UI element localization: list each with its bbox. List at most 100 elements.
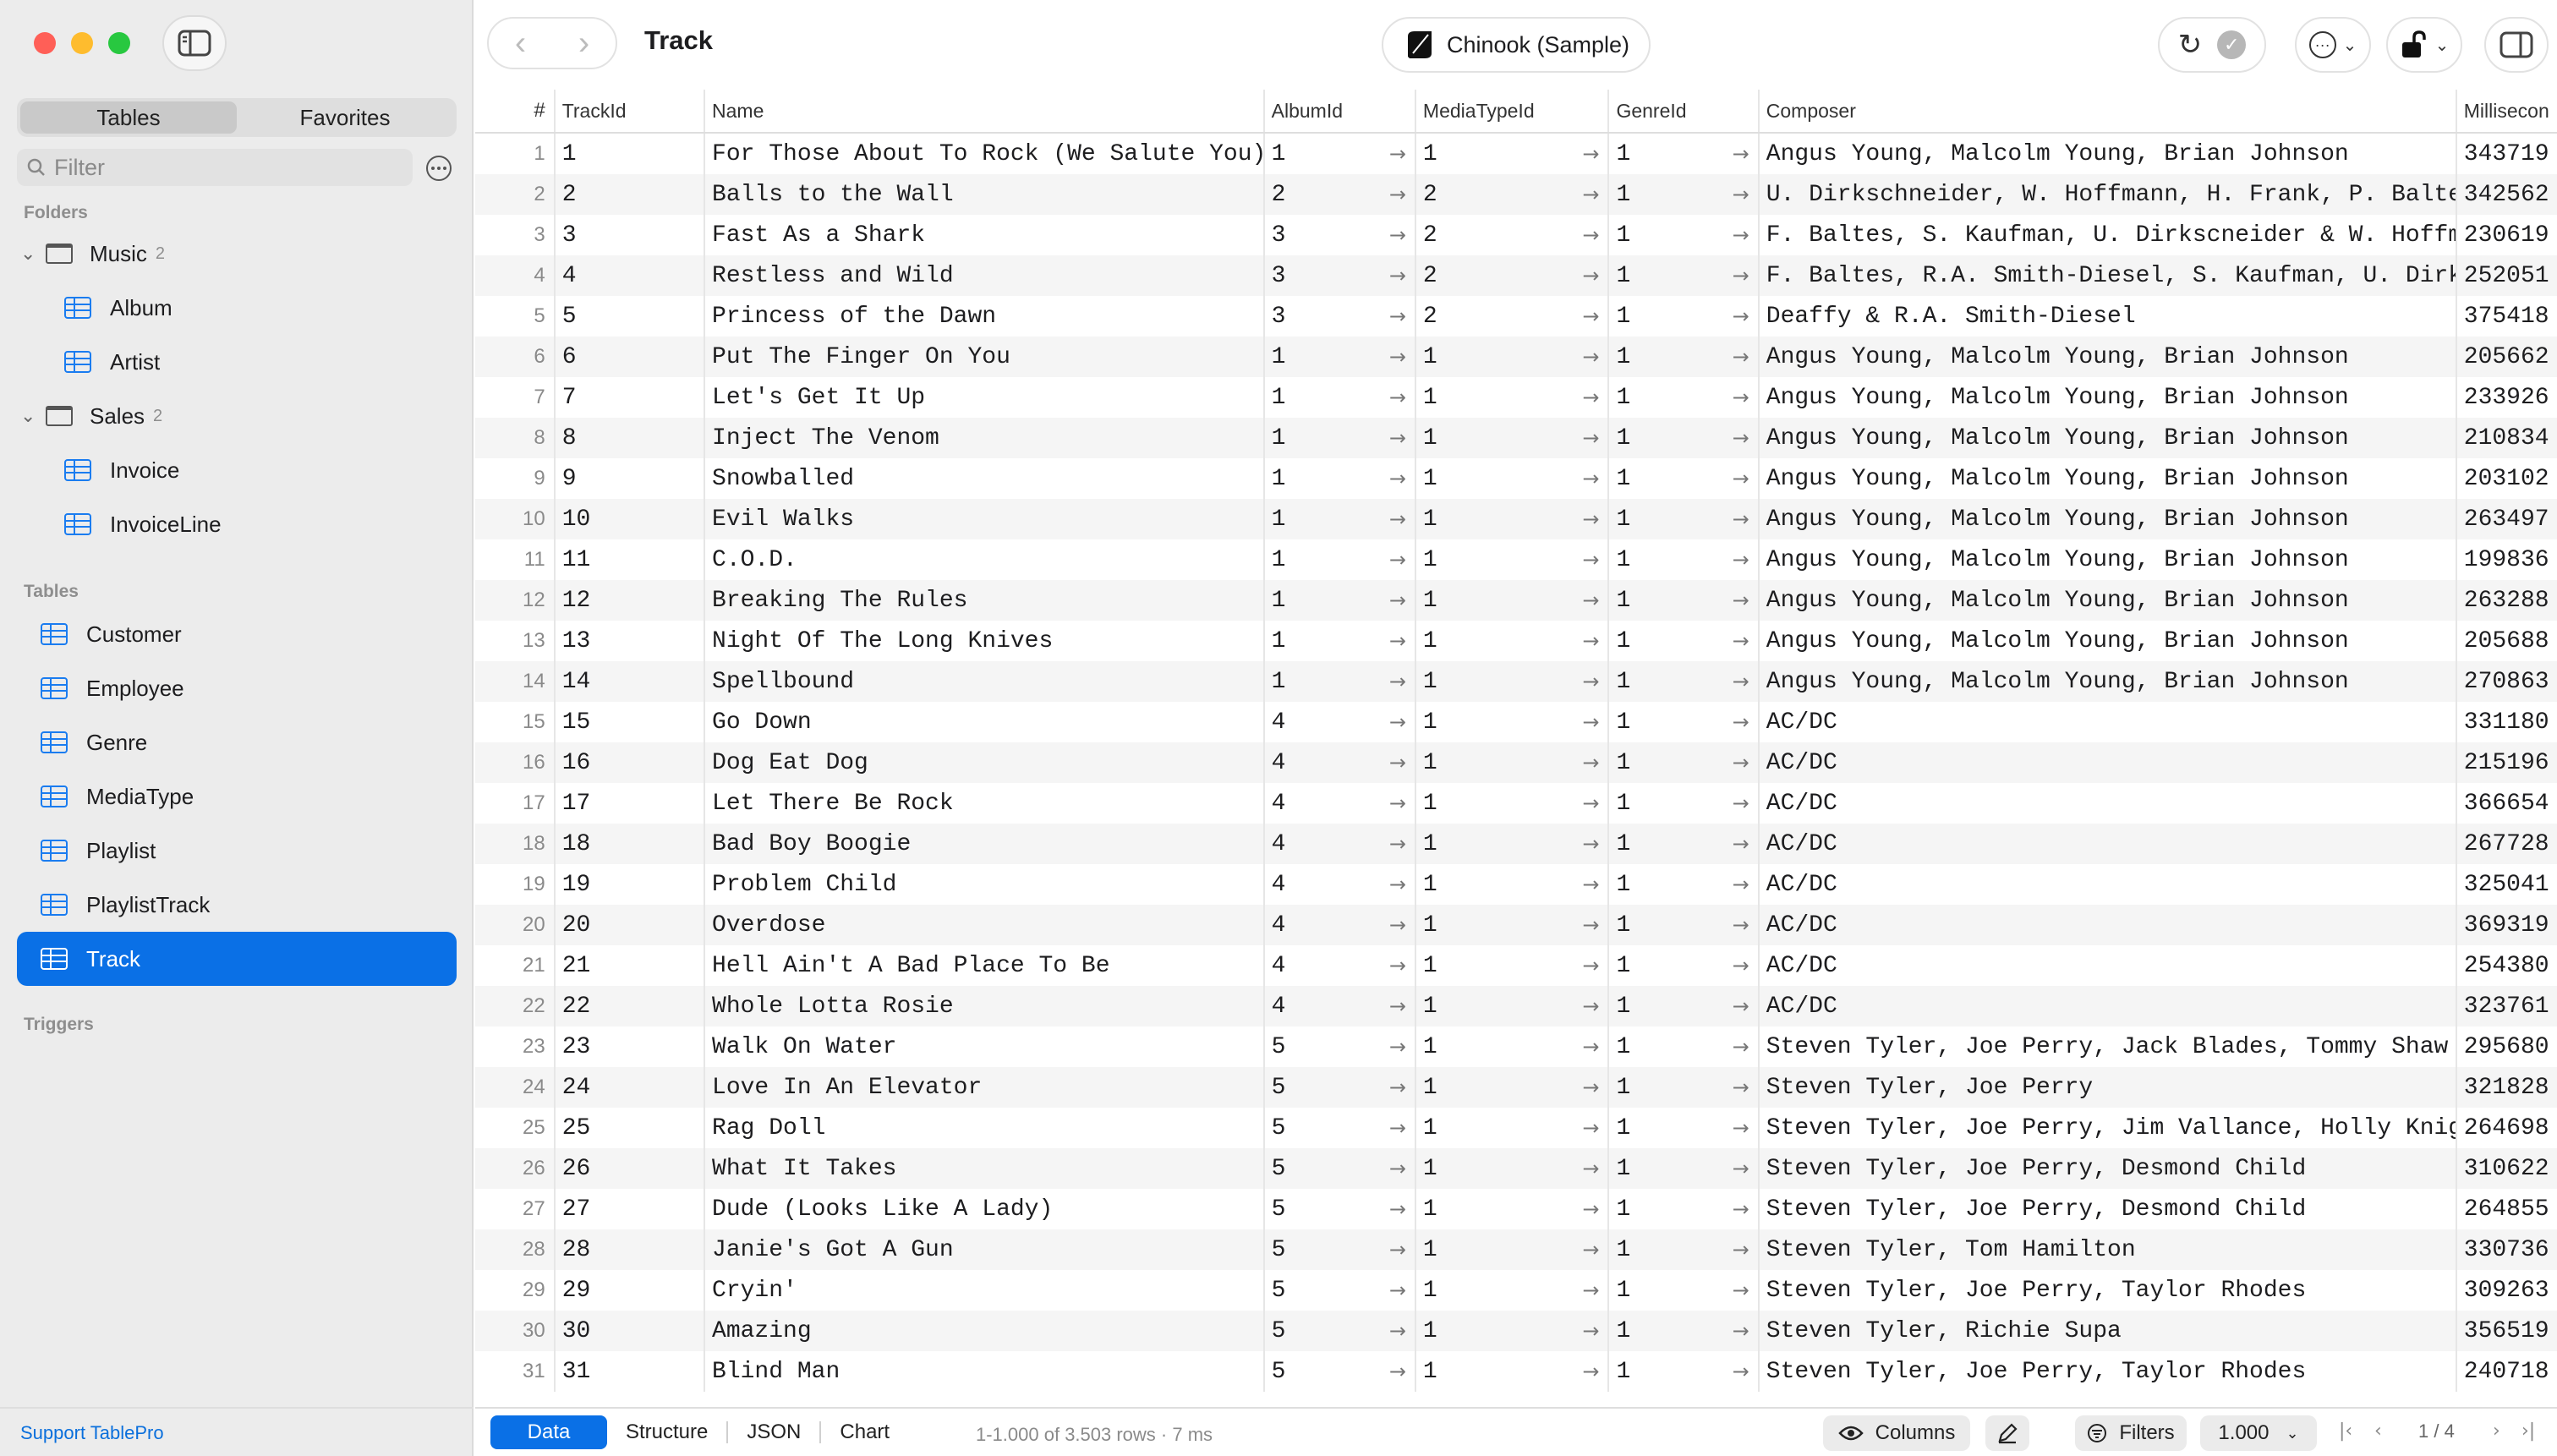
column-header-mediatypeid[interactable]: MediaTypeId	[1416, 90, 1610, 132]
foreign-key-arrow-icon[interactable]: →	[1733, 710, 1749, 734]
sidebar-toggle-button[interactable]	[162, 15, 227, 71]
cell-name[interactable]: Restless and Wild	[705, 255, 1265, 296]
cell-mediatypeid[interactable]: 1 →	[1416, 1311, 1610, 1351]
cell-trackid[interactable]: 21	[556, 945, 706, 986]
table-row[interactable]: 15 15 Go Down 4 → 1 → 1 → AC/DC 331180	[475, 702, 2557, 742]
cell-mediatypeid[interactable]: 2 →	[1416, 255, 1610, 296]
foreign-key-arrow-icon[interactable]: →	[1389, 1116, 1406, 1140]
cell-composer[interactable]: Angus Young, Malcolm Young, Brian Johnso…	[1760, 134, 2457, 174]
cell-name[interactable]: Love In An Elevator	[705, 1067, 1265, 1108]
foreign-key-arrow-icon[interactable]: →	[1582, 142, 1599, 166]
cell-trackid[interactable]: 27	[556, 1189, 706, 1229]
cell-composer[interactable]: AC/DC	[1760, 702, 2457, 742]
cell-mediatypeid[interactable]: 1 →	[1416, 499, 1610, 539]
cell-genreid[interactable]: 1 →	[1609, 215, 1760, 255]
foreign-key-arrow-icon[interactable]: →	[1389, 1035, 1406, 1059]
sidebar-item-invoice[interactable]: Invoice	[0, 443, 474, 497]
cell-composer[interactable]: Steven Tyler, Joe Perry	[1760, 1067, 2457, 1108]
cell-milliseconds[interactable]: 199836	[2457, 539, 2557, 580]
foreign-key-arrow-icon[interactable]: →	[1389, 1076, 1406, 1099]
table-row[interactable]: 31 31 Blind Man 5 → 1 → 1 → Steven Tyler, Joe Per…	[475, 1351, 2557, 1392]
table-row[interactable]: 19 19 Problem Child 4 → 1 → 1 → AC/DC 325041	[475, 864, 2557, 905]
cell-milliseconds[interactable]: 342562	[2457, 174, 2557, 215]
cell-trackid[interactable]: 15	[556, 702, 706, 742]
cell-name[interactable]: Problem Child	[705, 864, 1265, 905]
foreign-key-arrow-icon[interactable]: →	[1733, 1197, 1749, 1221]
cell-composer[interactable]: AC/DC	[1760, 824, 2457, 864]
foreign-key-arrow-icon[interactable]: →	[1733, 913, 1749, 937]
cell-albumid[interactable]: 3 →	[1265, 255, 1416, 296]
cell-trackid[interactable]: 28	[556, 1229, 706, 1270]
cell-genreid[interactable]: 1 →	[1609, 134, 1760, 174]
minimize-window-button[interactable]	[71, 32, 93, 54]
cell-trackid[interactable]: 17	[556, 783, 706, 824]
cell-milliseconds[interactable]: 295680	[2457, 1026, 2557, 1067]
cell-milliseconds[interactable]: 215196	[2457, 742, 2557, 783]
cell-albumid[interactable]: 3 →	[1265, 296, 1416, 337]
cell-genreid[interactable]: 1 →	[1609, 824, 1760, 864]
foreign-key-arrow-icon[interactable]: →	[1582, 670, 1599, 693]
cell-milliseconds[interactable]: 267728	[2457, 824, 2557, 864]
cell-name[interactable]: Bad Boy Boogie	[705, 824, 1265, 864]
cell-name[interactable]: Inject The Venom	[705, 418, 1265, 458]
foreign-key-arrow-icon[interactable]: →	[1582, 467, 1599, 490]
cell-trackid[interactable]: 13	[556, 621, 706, 661]
cell-milliseconds[interactable]: 310622	[2457, 1148, 2557, 1189]
cell-milliseconds[interactable]: 330736	[2457, 1229, 2557, 1270]
cell-genreid[interactable]: 1 →	[1609, 1067, 1760, 1108]
cell-albumid[interactable]: 3 →	[1265, 215, 1416, 255]
cell-albumid[interactable]: 1 →	[1265, 621, 1416, 661]
cell-name[interactable]: Let's Get It Up	[705, 377, 1265, 418]
foreign-key-arrow-icon[interactable]: →	[1582, 1035, 1599, 1059]
cell-trackid[interactable]: 8	[556, 418, 706, 458]
foreign-key-arrow-icon[interactable]: →	[1733, 994, 1749, 1018]
foreign-key-arrow-icon[interactable]: →	[1389, 183, 1406, 206]
tab-data[interactable]: Data	[490, 1415, 607, 1449]
cell-milliseconds[interactable]: 375418	[2457, 296, 2557, 337]
cell-milliseconds[interactable]: 309263	[2457, 1270, 2557, 1311]
page-size-select[interactable]: 1.000 ⌄	[2200, 1415, 2317, 1451]
checkmark-icon[interactable]: ✓	[2217, 30, 2247, 59]
cell-name[interactable]: Put The Finger On You	[705, 337, 1265, 377]
cell-composer[interactable]: Steven Tyler, Joe Perry, Taylor Rhodes	[1760, 1351, 2457, 1392]
tab-favorites[interactable]: Favorites	[237, 101, 453, 134]
cell-genreid[interactable]: 1 →	[1609, 783, 1760, 824]
cell-genreid[interactable]: 1 →	[1609, 580, 1760, 621]
cell-name[interactable]: Evil Walks	[705, 499, 1265, 539]
cell-trackid[interactable]: 9	[556, 458, 706, 499]
cell-albumid[interactable]: 4 →	[1265, 945, 1416, 986]
foreign-key-arrow-icon[interactable]: →	[1582, 223, 1599, 247]
lock-menu-button[interactable]: ⌄	[2386, 17, 2462, 73]
table-row[interactable]: 4 4 Restless and Wild 3 → 2 → 1 → F. Baltes, R.A.…	[475, 255, 2557, 296]
cell-mediatypeid[interactable]: 1 →	[1416, 1067, 1610, 1108]
foreign-key-arrow-icon[interactable]: →	[1389, 142, 1406, 166]
cell-milliseconds[interactable]: 264855	[2457, 1189, 2557, 1229]
cell-name[interactable]: Let There Be Rock	[705, 783, 1265, 824]
cell-albumid[interactable]: 5 →	[1265, 1351, 1416, 1392]
folder-sales[interactable]: ⌄ Sales 2	[0, 389, 474, 443]
cell-genreid[interactable]: 1 →	[1609, 1108, 1760, 1148]
sidebar-item-album[interactable]: Album	[0, 281, 474, 335]
cell-trackid[interactable]: 5	[556, 296, 706, 337]
cell-mediatypeid[interactable]: 1 →	[1416, 783, 1610, 824]
cell-composer[interactable]: AC/DC	[1760, 905, 2457, 945]
prev-page-icon[interactable]: ‹	[2374, 1420, 2382, 1442]
foreign-key-arrow-icon[interactable]: →	[1582, 629, 1599, 653]
cell-name[interactable]: Blind Man	[705, 1351, 1265, 1392]
cell-albumid[interactable]: 5 →	[1265, 1270, 1416, 1311]
column-header-composer[interactable]: Composer	[1760, 90, 2457, 132]
sidebar-item-track[interactable]: Track	[17, 932, 457, 986]
cell-name[interactable]: Whole Lotta Rosie	[705, 986, 1265, 1026]
foreign-key-arrow-icon[interactable]: →	[1582, 1157, 1599, 1180]
cell-mediatypeid[interactable]: 1 →	[1416, 418, 1610, 458]
column-header-trackid[interactable]: TrackId	[556, 90, 706, 132]
foreign-key-arrow-icon[interactable]: →	[1582, 426, 1599, 450]
cell-mediatypeid[interactable]: 1 →	[1416, 1108, 1610, 1148]
cell-composer[interactable]: Deaffy & R.A. Smith-Diesel	[1760, 296, 2457, 337]
foreign-key-arrow-icon[interactable]: →	[1582, 548, 1599, 572]
cell-milliseconds[interactable]: 203102	[2457, 458, 2557, 499]
cell-composer[interactable]: Angus Young, Malcolm Young, Brian Johnso…	[1760, 418, 2457, 458]
cell-trackid[interactable]: 31	[556, 1351, 706, 1392]
cell-name[interactable]: Fast As a Shark	[705, 215, 1265, 255]
cell-mediatypeid[interactable]: 1 →	[1416, 1026, 1610, 1067]
